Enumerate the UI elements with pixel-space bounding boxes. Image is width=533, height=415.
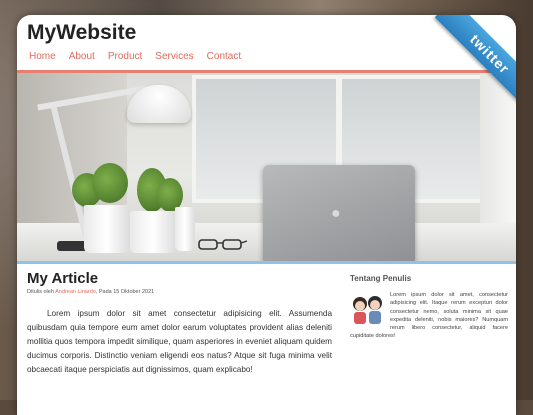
laptop: ● bbox=[263, 165, 415, 261]
sidebar-title: Tentang Penulis bbox=[350, 274, 412, 283]
sidebar: Tentang Penulis Lorem ipsum dolor sit am… bbox=[350, 274, 508, 341]
article: My Article Ditulis oleh Andrean Linardo,… bbox=[27, 270, 332, 385]
apple-logo-icon: ● bbox=[331, 205, 341, 222]
author-avatar bbox=[353, 296, 382, 324]
nav-contact[interactable]: Contact bbox=[207, 51, 241, 62]
site-logo[interactable]: MyWebsite bbox=[27, 21, 136, 45]
glasses-icon bbox=[198, 239, 247, 250]
plant-pot bbox=[175, 207, 195, 251]
article-body: Lorem ipsum dolor sit amet consectetur a… bbox=[27, 309, 332, 374]
meta-date: , Pada 15 Oktober 2021 bbox=[95, 289, 155, 295]
meta-prefix: Ditulis oleh bbox=[27, 289, 54, 295]
nav-home[interactable]: Home bbox=[29, 51, 56, 62]
nav-about[interactable]: About bbox=[69, 51, 95, 62]
author-box: Lorem ipsum dolor sit amet, consectetur … bbox=[350, 291, 508, 341]
hero-image: ● bbox=[17, 73, 516, 264]
article-title: My Article bbox=[27, 270, 99, 287]
nav-services[interactable]: Services bbox=[155, 51, 193, 62]
plant-leaves bbox=[92, 163, 128, 203]
main-nav: Home About Product Services Contact bbox=[29, 51, 254, 62]
article-meta: Ditulis oleh Andrean Linardo, Pada 15 Ok… bbox=[27, 289, 332, 295]
nav-product[interactable]: Product bbox=[108, 51, 142, 62]
lamp-base bbox=[57, 241, 87, 251]
plant-pot bbox=[84, 205, 130, 253]
plant-pot bbox=[130, 211, 176, 253]
page-card: MyWebsite Home About Product Services Co… bbox=[17, 15, 516, 415]
author-link[interactable]: Andrean Linardo bbox=[55, 289, 96, 295]
